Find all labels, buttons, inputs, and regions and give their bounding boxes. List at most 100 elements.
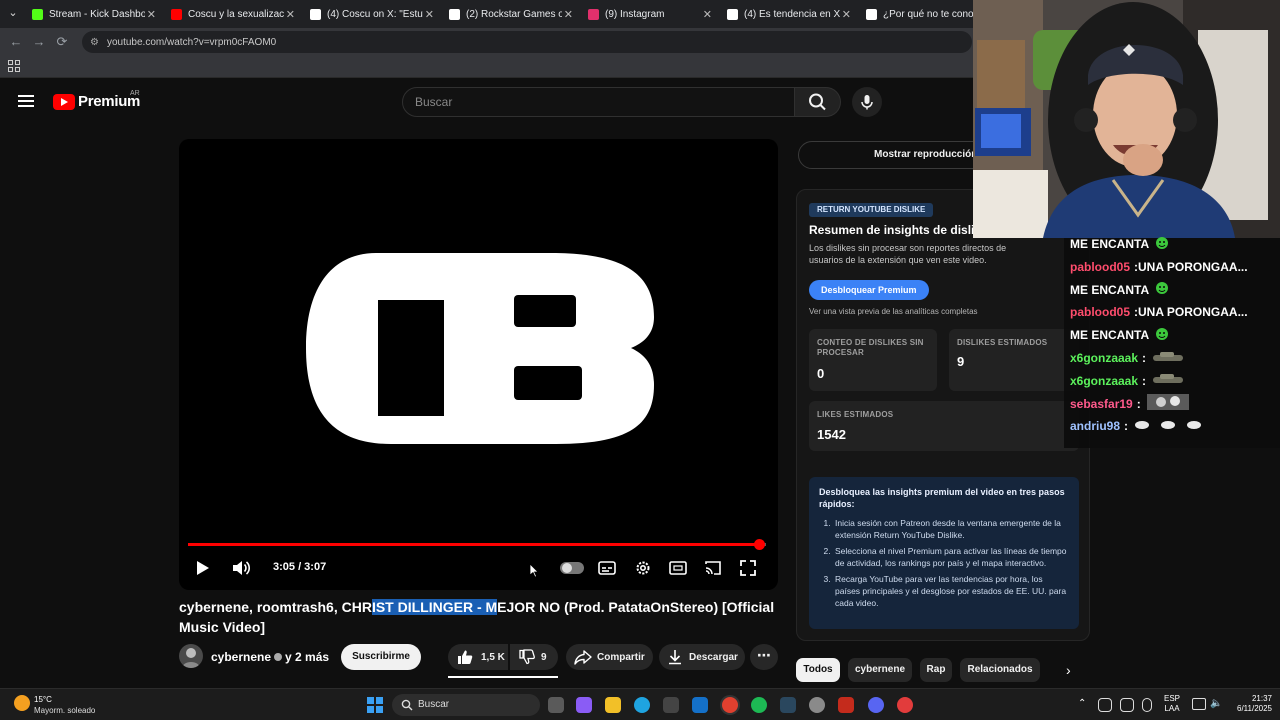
chip-cybernene[interactable]: cybernene bbox=[848, 658, 912, 682]
menu-icon[interactable] bbox=[18, 95, 34, 107]
back-icon[interactable]: ← bbox=[8, 34, 24, 50]
tray-app-icon[interactable] bbox=[1120, 698, 1134, 712]
chat-message: ME ENCANTA bbox=[1070, 280, 1169, 300]
chat-message: x6gonzaaak: bbox=[1070, 348, 1184, 368]
play-icon[interactable] bbox=[192, 559, 212, 577]
list-item: Recarga YouTube para ver las tendencias … bbox=[833, 573, 1069, 609]
outlook-icon[interactable] bbox=[692, 697, 708, 713]
file-explorer-icon[interactable] bbox=[605, 697, 621, 713]
autoplay-toggle[interactable] bbox=[560, 562, 584, 574]
obs-icon[interactable] bbox=[838, 697, 854, 713]
tab-title: (9) Instagram bbox=[605, 8, 665, 20]
browser-tab[interactable]: (9) Instagram ✕ bbox=[582, 2, 716, 26]
copilot-icon[interactable] bbox=[576, 697, 592, 713]
instagram-icon bbox=[588, 8, 599, 20]
close-tab-icon[interactable]: ✕ bbox=[842, 8, 851, 21]
store-icon[interactable] bbox=[663, 697, 679, 713]
chip-related[interactable]: Relacionados bbox=[960, 658, 1040, 682]
browser-tab[interactable]: Stream - Kick Dashboard✕ bbox=[26, 2, 160, 26]
chat-username[interactable]: pablood05 bbox=[1070, 305, 1130, 319]
ryd-heading: Resumen de insights de dislikes bbox=[809, 223, 995, 237]
microphone-icon[interactable] bbox=[1142, 698, 1152, 712]
cast-icon[interactable] bbox=[703, 559, 723, 577]
stat-label: DISLIKES ESTIMADOS bbox=[957, 338, 1048, 347]
volume-icon[interactable] bbox=[231, 559, 251, 577]
chat-username[interactable]: x6gonzaaak bbox=[1070, 374, 1138, 388]
chat-message: ME ENCANTA bbox=[1070, 325, 1169, 345]
channel-name-group[interactable]: cybernene y 2 más bbox=[211, 650, 329, 664]
task-view-icon[interactable] bbox=[548, 697, 564, 713]
show-chat-replay-button[interactable]: Mostrar reproducción del chat bbox=[798, 141, 998, 169]
ryd-badge: RETURN YOUTUBE DISLIKE bbox=[809, 203, 934, 217]
chat-username[interactable]: sebasfar19 bbox=[1070, 397, 1133, 411]
close-tab-icon[interactable]: ✕ bbox=[564, 8, 573, 21]
network-icon[interactable] bbox=[1192, 698, 1206, 710]
search-button[interactable] bbox=[795, 87, 841, 117]
windows-start-icon[interactable] bbox=[367, 697, 383, 713]
settings-gear-icon[interactable] bbox=[633, 559, 653, 577]
theater-mode-icon[interactable] bbox=[668, 559, 688, 577]
weather-temperature[interactable]: 15°C bbox=[34, 695, 52, 704]
chat-username[interactable]: x6gonzaaak bbox=[1070, 351, 1138, 365]
tiktok-icon bbox=[866, 8, 877, 20]
list-item: Selecciona el nivel Premium para activar… bbox=[833, 545, 1069, 569]
chevron-right-icon[interactable]: › bbox=[1066, 662, 1080, 678]
site-info-icon[interactable]: ⚙ bbox=[90, 37, 99, 48]
stat-value: 9 bbox=[957, 354, 965, 369]
url-field[interactable]: ⚙ youtube.com/watch?v=vrpm0cFAOM0 bbox=[82, 31, 972, 53]
search-input[interactable]: Buscar bbox=[402, 87, 795, 117]
subtitles-icon[interactable] bbox=[597, 559, 617, 577]
discord-icon[interactable] bbox=[868, 697, 884, 713]
stat-value: 0 bbox=[817, 366, 825, 381]
progress-bar[interactable] bbox=[188, 539, 766, 550]
steam-icon[interactable] bbox=[780, 697, 796, 713]
close-tab-icon[interactable]: ✕ bbox=[147, 8, 156, 21]
app-icon[interactable] bbox=[897, 697, 913, 713]
chip-all[interactable]: Todos bbox=[796, 658, 840, 682]
settings-gear-icon[interactable] bbox=[809, 697, 825, 713]
lang-bottom: LAA bbox=[1164, 704, 1180, 713]
chat-username[interactable]: pablood05 bbox=[1070, 260, 1130, 274]
emote-icon bbox=[1134, 419, 1206, 434]
forward-icon[interactable]: → bbox=[31, 34, 47, 50]
browser-tab[interactable]: Coscu y la sexualización d✕ bbox=[165, 2, 299, 26]
tab-title: Stream - Kick Dashboard bbox=[49, 8, 145, 20]
close-tab-icon[interactable]: ✕ bbox=[703, 8, 712, 21]
apps-grid-icon[interactable] bbox=[8, 60, 20, 72]
input-language[interactable]: ESP LAA bbox=[1160, 694, 1184, 714]
weather-sun-icon[interactable] bbox=[14, 695, 30, 711]
speaker-icon[interactable]: 🔈 bbox=[1210, 699, 1222, 709]
clock[interactable]: 21:37 6/11/2025 bbox=[1222, 694, 1272, 714]
edge-icon[interactable] bbox=[634, 697, 650, 713]
preview-analytics-link[interactable]: Ver una vista previa de las analíticas c… bbox=[809, 307, 978, 316]
browser-tab[interactable]: (2) Rockstar Games on X: ✕ bbox=[443, 2, 577, 26]
subscribe-button[interactable]: Suscribirme bbox=[341, 644, 421, 670]
avatar[interactable] bbox=[179, 644, 203, 668]
chevron-up-icon[interactable]: ⌃ bbox=[1078, 699, 1086, 709]
voice-search-button[interactable] bbox=[852, 87, 882, 117]
download-label: Descargar bbox=[689, 651, 738, 663]
weather-description[interactable]: Mayorm. soleado bbox=[34, 706, 95, 715]
close-tab-icon[interactable]: ✕ bbox=[286, 8, 295, 21]
tray-app-icon[interactable] bbox=[1098, 698, 1112, 712]
browser-tab[interactable]: (4) Coscu on X: "Estuve vi✕ bbox=[304, 2, 438, 26]
tab-search-icon[interactable]: ⌄ bbox=[4, 4, 22, 22]
chip-rap[interactable]: Rap bbox=[920, 658, 952, 682]
share-button[interactable]: Compartir bbox=[566, 644, 653, 670]
chrome-icon[interactable] bbox=[722, 697, 738, 713]
spotify-icon[interactable] bbox=[751, 697, 767, 713]
fullscreen-icon[interactable] bbox=[738, 559, 758, 577]
youtube-premium-logo[interactable]: Premium bbox=[53, 93, 140, 110]
chat-username[interactable]: andriu98 bbox=[1070, 419, 1120, 433]
close-tab-icon[interactable]: ✕ bbox=[425, 8, 434, 21]
thumbs-up-icon bbox=[458, 650, 473, 664]
unlock-premium-button[interactable]: Desbloquear Premium bbox=[809, 280, 929, 300]
emote-icon bbox=[1155, 281, 1169, 298]
more-actions-icon[interactable]: ⋯ bbox=[750, 644, 778, 670]
dislike-button[interactable]: 9 bbox=[510, 644, 558, 670]
reload-icon[interactable]: ⟳ bbox=[54, 34, 70, 50]
taskbar-search-input[interactable]: Buscar bbox=[392, 694, 540, 716]
like-button[interactable]: 1,5 K bbox=[448, 644, 508, 670]
browser-tab[interactable]: (4) Es tendencia en X on X✕ bbox=[721, 2, 855, 26]
download-button[interactable]: Descargar bbox=[659, 644, 745, 670]
